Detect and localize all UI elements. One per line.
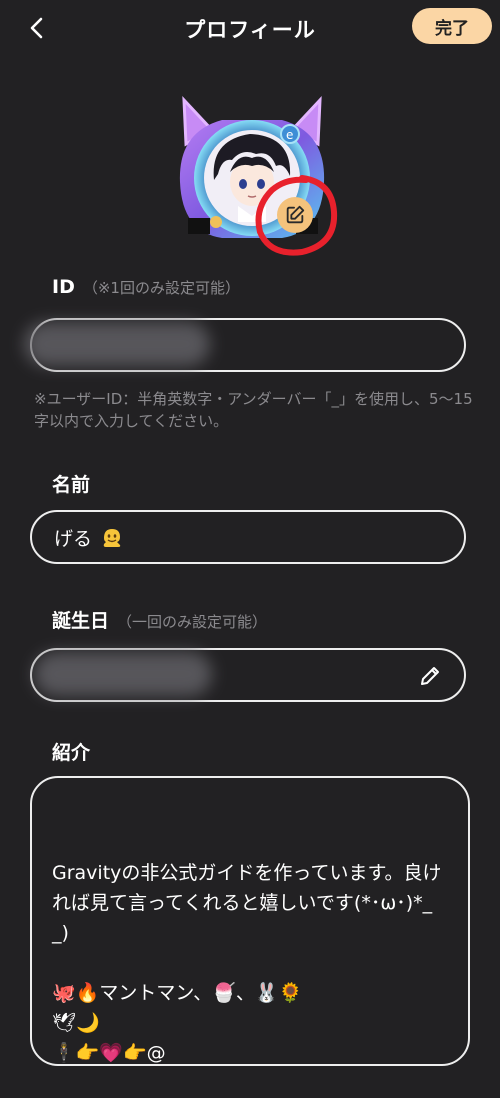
id-label-text: ID: [52, 276, 75, 298]
melting-face-icon: [100, 526, 124, 548]
name-field[interactable]: げる: [30, 510, 466, 564]
edit-square-icon: [286, 205, 305, 224]
bio-label: 紹介: [52, 742, 91, 764]
birthday-label: 誕生日 （一回のみ設定可能）: [52, 606, 267, 633]
done-button[interactable]: 完了: [412, 8, 492, 44]
birthday-redaction: [34, 652, 212, 696]
edit-avatar-button[interactable]: [277, 197, 313, 233]
bio-text: Gravityの非公式ガイドを作っています。良ければ見て言ってくれると嬉しいです…: [52, 862, 442, 1064]
birthday-hint: （一回のみ設定可能）: [117, 613, 268, 631]
id-hint: （※1回のみ設定可能）: [82, 279, 240, 297]
bio-textarea[interactable]: Gravityの非公式ガイドを作っています。良ければ見て言ってくれると嬉しいです…: [30, 776, 470, 1066]
birthday-label-text: 誕生日: [52, 610, 110, 632]
header: プロフィール 完了: [0, 0, 500, 56]
id-redaction: [24, 322, 210, 366]
id-note: ※ユーザーID：半角英数字・アンダーバー「_」を使用し、5〜15字以内で入力して…: [34, 390, 473, 430]
name-value: げる: [54, 527, 93, 550]
svg-text:e: e: [286, 128, 293, 142]
pencil-icon[interactable]: [418, 664, 442, 688]
avatar[interactable]: e: [172, 92, 332, 252]
name-label: 名前: [52, 474, 91, 496]
id-label: ID （※1回のみ設定可能）: [52, 276, 240, 298]
